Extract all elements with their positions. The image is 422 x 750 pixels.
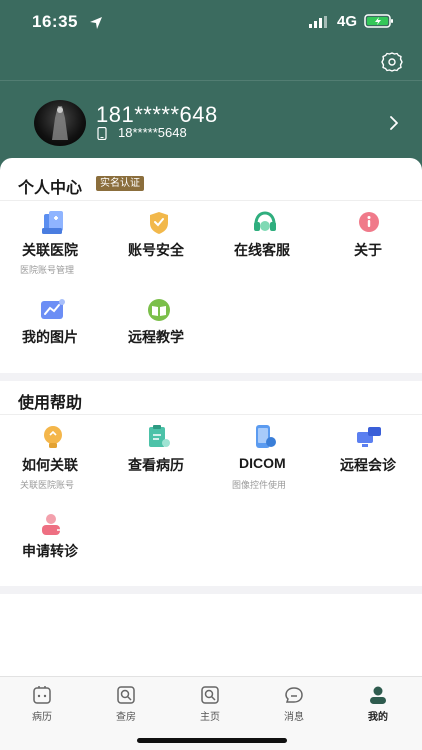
section-divider [0,200,422,201]
tab-ward-round[interactable]: 查房 [84,677,168,727]
medical-record-icon [149,425,170,447]
location-arrow-icon [90,17,102,29]
menu-item-about[interactable]: 关于 [318,208,418,280]
home-indicator [137,738,287,743]
tab-label: 主页 [200,712,220,723]
menu-label: DICOM [239,455,286,471]
record-tab-icon [33,686,51,704]
phone-icon [97,127,107,140]
menu-item-remote-consultation[interactable]: 远程会诊 [318,422,418,494]
book-icon [148,299,170,321]
tab-records[interactable]: 病历 [0,677,84,727]
video-consult-icon [357,427,381,447]
ward-round-tab-icon [117,686,135,704]
profile-tab-icon [370,686,386,704]
section-title-help: 使用帮助 [18,395,83,412]
menu-sublabel: 医院账号管理 [20,265,75,275]
user-phone: 18*****5648 [118,125,187,140]
tab-label: 我的 [368,712,388,723]
menu-item-linked-hospital[interactable]: 关联医院 医院账号管理 [0,208,100,280]
tab-home[interactable]: 主页 [168,677,252,727]
home-tab-icon [201,686,219,704]
section-gap [0,373,422,381]
network-type: 4G [337,13,358,30]
menu-label: 关联医院 [22,242,78,258]
hospital-icon [42,211,63,234]
menu-label: 关于 [354,242,382,258]
tab-messages[interactable]: 消息 [252,677,336,727]
status-bar: 16:35 4G [0,0,422,44]
menu-label: 账号安全 [128,242,184,258]
status-time: 16:35 [32,12,78,31]
chart-image-icon [41,299,65,319]
menu-label: 申请转诊 [22,543,78,559]
menu-label: 在线客服 [234,242,290,258]
dicom-device-icon [256,425,276,448]
menu-label: 查看病历 [128,457,184,473]
menu-item-account-security[interactable]: 账号安全 [106,208,206,280]
menu-item-my-images[interactable]: 我的图片 [0,295,100,367]
battery-icon [364,14,393,28]
bulb-icon [44,426,62,448]
menu-label: 如何关联 [22,457,78,473]
section-divider [0,414,422,415]
shield-icon [150,212,168,234]
menu-item-remote-teaching[interactable]: 远程教学 [106,295,206,367]
section-title-personal: 个人中心 [18,180,83,197]
tab-label: 消息 [284,712,304,723]
menu-item-dicom[interactable]: DICOM 图像控件使用 [212,422,312,494]
menu-sublabel: 图像控件使用 [232,480,287,490]
menu-item-how-to-link[interactable]: 如何关联 关联医院账号 [0,422,100,494]
menu-item-request-referral[interactable]: 申请转诊 [0,510,100,582]
verified-badge: 实名认证 [96,176,144,191]
tab-label: 查房 [116,712,136,723]
tab-label: 病历 [32,712,52,723]
menu-sublabel: 关联医院账号 [20,480,75,490]
info-icon [359,212,379,232]
menu-label: 我的图片 [22,329,78,345]
menu-label: 远程教学 [128,329,184,345]
signal-icon [309,16,327,28]
avatar-figure-icon [52,106,68,140]
referral-icon [42,514,66,535]
header-divider [0,80,422,81]
headset-icon [254,211,276,231]
avatar[interactable] [34,100,86,146]
message-tab-icon [285,687,303,703]
menu-item-view-records[interactable]: 查看病历 [106,422,206,494]
menu-label: 远程会诊 [340,457,396,473]
settings-gear-icon[interactable] [380,50,404,74]
chevron-right-icon[interactable] [388,115,400,131]
menu-item-online-support[interactable]: 在线客服 [212,208,312,280]
tab-profile[interactable]: 我的 [336,677,420,727]
section-gap [0,586,422,594]
